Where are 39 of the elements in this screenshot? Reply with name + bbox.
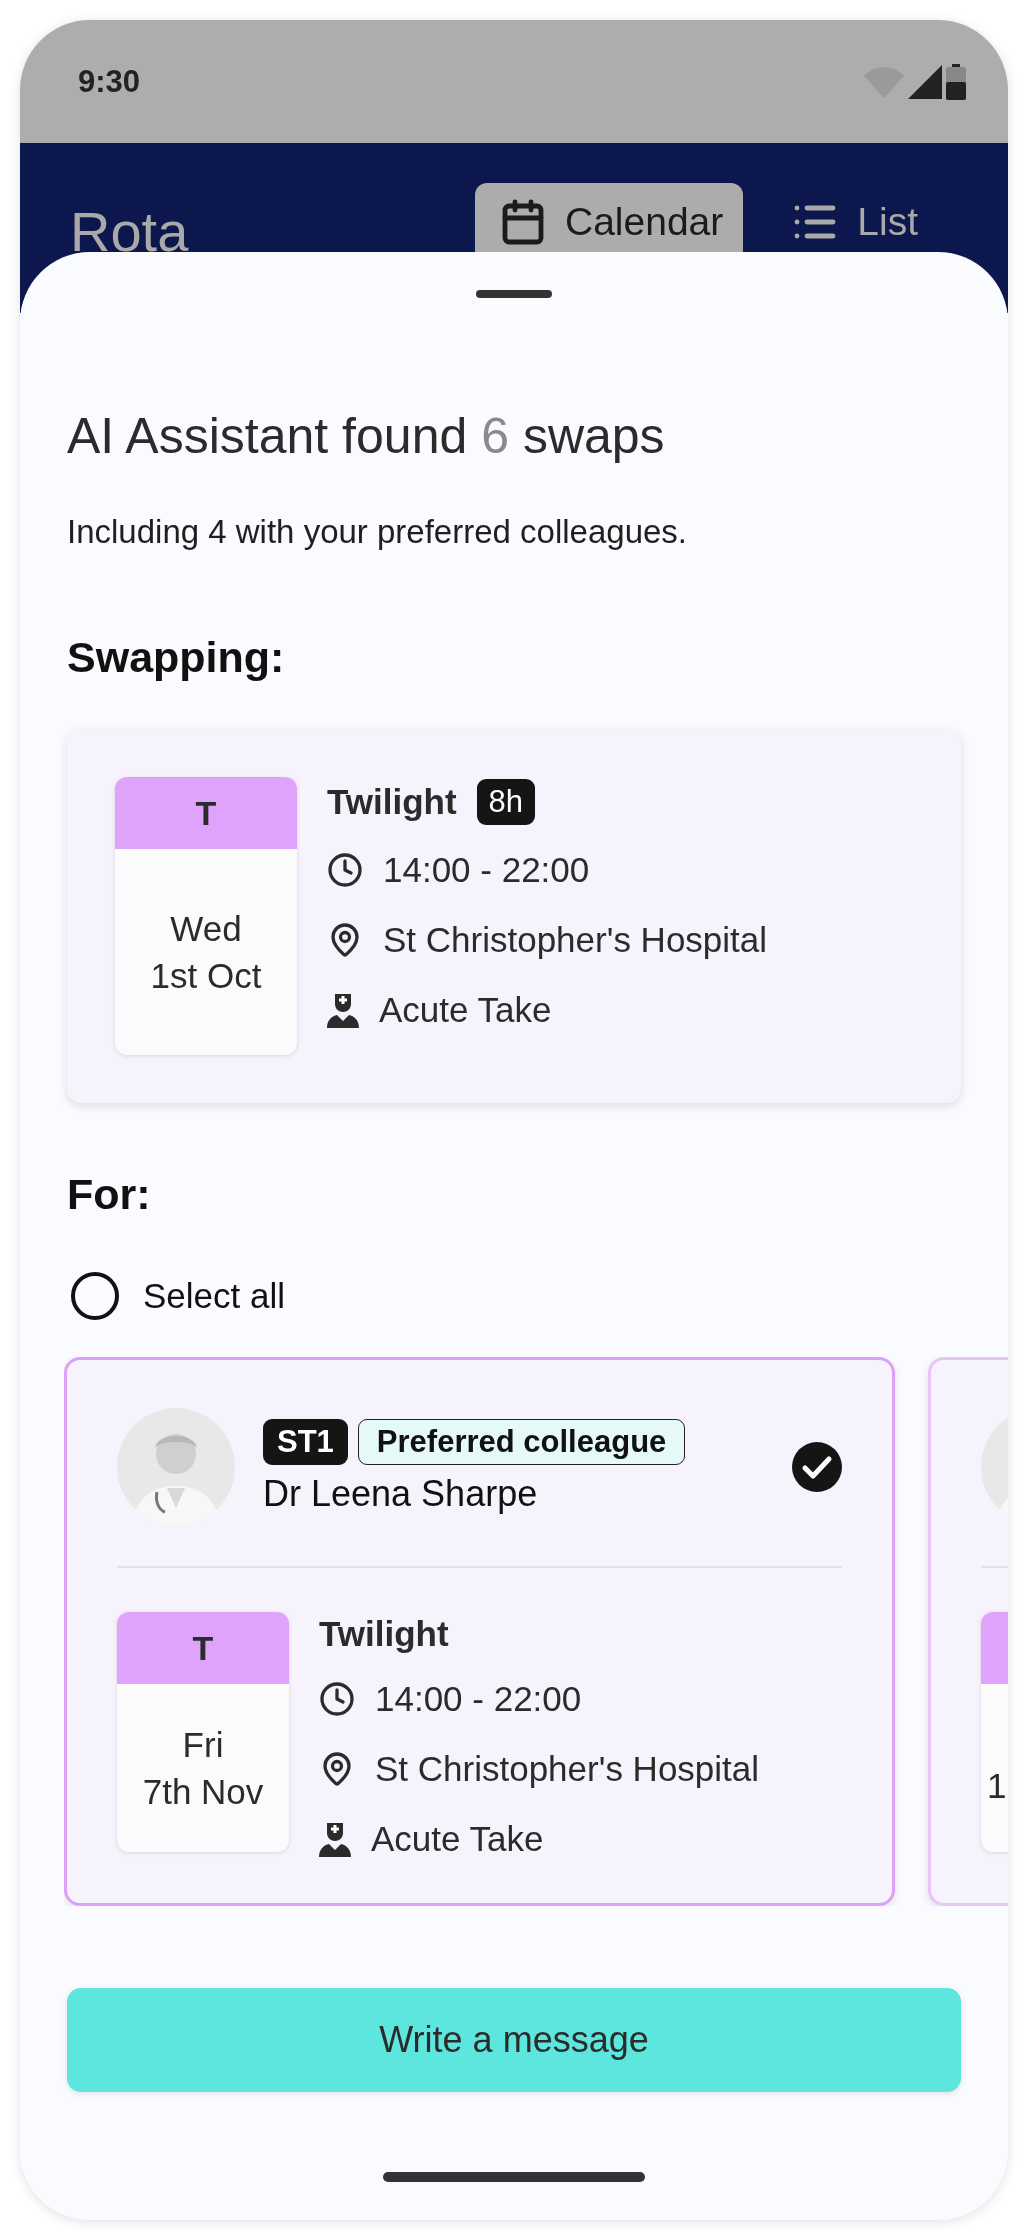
select-all-label[interactable]: Select all [143, 1276, 286, 1316]
select-all-radio[interactable] [71, 1272, 119, 1320]
clock-icon [319, 1681, 355, 1717]
sheet-title: AI Assistant found 6 swaps [67, 407, 666, 465]
status-time: 9:30 [78, 63, 141, 100]
drag-handle[interactable] [476, 290, 552, 298]
shift-location: St Christopher's Hospital [375, 1749, 760, 1789]
shift-day: Fri [182, 1720, 224, 1768]
doctor-icon [327, 992, 359, 1028]
shift-day: Wed [170, 904, 242, 952]
view-tab[interactable]: List [767, 183, 938, 273]
colleague-card[interactable]: 1 [928, 1357, 1008, 1906]
doctor-icon [319, 1821, 351, 1857]
section-heading: For: [67, 1170, 152, 1219]
colleague-name: Dr Leena Sharpe [263, 1473, 539, 1515]
shift-name: Twilight [327, 782, 457, 822]
shift-code: T [117, 1612, 289, 1684]
hours-badge: 8h [476, 779, 536, 825]
shift-time: 14:00 - 22:00 [383, 850, 590, 890]
app-title: Rota [70, 199, 189, 264]
colleague-card[interactable]: ST1 Preferred colleague Dr Leena Sharpe T Fri 7th Nov Twilight 14:00 - 22:00 St Christopher's Hospital Acute Take [64, 1357, 895, 1906]
clock-icon [327, 852, 363, 888]
write-message-button[interactable]: Write a message [67, 1988, 961, 2092]
shift-code: T [115, 777, 297, 849]
section-heading: Swapping: [67, 633, 286, 682]
check-icon[interactable] [792, 1442, 842, 1492]
sheet-subtitle: Including 4 with your preferred colleagues. [67, 513, 689, 551]
shift-date: 7th Nov [142, 1771, 264, 1813]
shift-role: Acute Take [371, 1819, 544, 1859]
shift-date: 1st Oct [150, 955, 262, 997]
shift-location: St Christopher's Hospital [383, 920, 768, 960]
signal-icon [908, 64, 942, 99]
shift-name: Twilight [319, 1614, 449, 1654]
preferred-tag: Preferred colleague [357, 1419, 686, 1465]
grade-badge: ST1 [263, 1419, 348, 1465]
shift-date: 1 [987, 1765, 1007, 1808]
shift-role: Acute Take [379, 990, 552, 1030]
battery-icon [946, 63, 966, 100]
shift-time: 14:00 - 22:00 [375, 1679, 582, 1719]
